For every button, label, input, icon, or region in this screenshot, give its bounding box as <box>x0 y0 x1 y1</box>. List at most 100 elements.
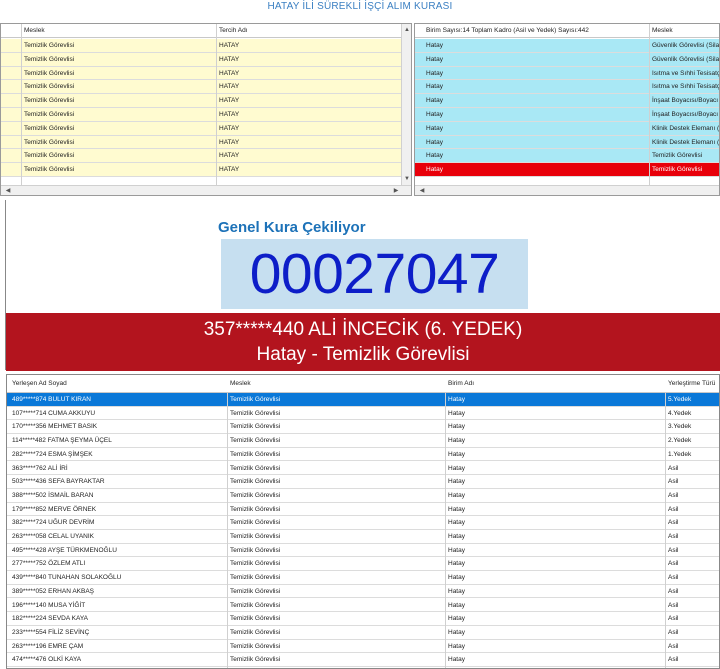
table-row[interactable]: Temizlik Görevlisi HATAY <box>1 149 401 164</box>
ad-soyad-cell: 263*****058 CELAL UYANIK <box>12 533 95 540</box>
birim-cell: Hatay <box>426 97 443 105</box>
tercih-cell: HATAY <box>219 166 240 174</box>
birim-grid-hscrollbar[interactable]: ◀ <box>415 185 719 195</box>
table-row[interactable]: Hatay Güvenlik Görevlisi (Silah <box>415 52 720 67</box>
ad-soyad-cell: 114*****482 FATMA ŞEYMA ÜÇEL <box>12 437 112 445</box>
birim-cell: Hatay <box>448 587 465 595</box>
birim-grid[interactable]: Birim Sayısı:14 Toplam Kadro (Asil ve Ye… <box>414 23 720 196</box>
column-header-meslek[interactable]: Meslek <box>21 24 216 37</box>
column-header-ad-soyad[interactable]: Yerleşen Ad Soyad <box>9 375 227 392</box>
table-row[interactable]: Hatay Isıtma ve Sıhhi Tesisatçı <box>415 66 719 81</box>
selected-table-row[interactable]: Hatay Temizlik Görevlisi <box>415 163 719 177</box>
table-row[interactable]: 196*****140 MUSA YİĞİT Temizlik Görevlisi… <box>7 599 719 613</box>
ad-soyad-cell: 474*****476 OLKİ KAYA <box>12 656 82 664</box>
birim-cell: Hatay <box>448 560 465 568</box>
table-row[interactable]: Hatay İnşaat Boyacısı/Boyacı <box>415 108 719 122</box>
table-row[interactable]: 114*****482 FATMA ŞEYMA ÜÇEL Temizlik Gör… <box>7 434 719 448</box>
table-row[interactable]: Temizlik Görevlisi HATAY <box>1 108 401 122</box>
meslek-cell: Temizlik Görevlisi <box>230 560 281 568</box>
birim-cell: Hatay <box>426 124 443 132</box>
ad-soyad-cell: 389*****052 ERHAN AKBAŞ <box>12 587 95 595</box>
table-row[interactable]: 182*****224 SEVDA KAYA Temizlik Görevlisi… <box>7 612 719 626</box>
table-row[interactable]: 382*****724 UĞUR DEVRİM Temizlik Görevlis… <box>7 516 719 530</box>
draw-number-box: 00027047 <box>221 239 528 309</box>
yerlesen-grid[interactable]: Yerleşen Ad Soyad Meslek Birim Adı Yerle… <box>6 374 720 669</box>
table-row[interactable]: 439*****840 TUNAHAN SOLAKOĞLU Temizlik Gö… <box>7 571 719 585</box>
yerlestirme-turu-cell: 3.Yedek <box>668 423 692 431</box>
table-row[interactable]: 263*****058 CELAL UYANIK Temizlik Görevli… <box>7 530 719 544</box>
column-header-meslek[interactable]: Meslek <box>649 24 719 37</box>
table-row[interactable]: 363*****762 ALİ İRİ Temizlik Görevlisi Hat… <box>7 462 719 476</box>
column-header-tercih[interactable]: Tercih Adı <box>216 24 401 37</box>
table-row[interactable]: 170*****356 MEHMET BASIK Temizlik Görevli… <box>7 420 719 435</box>
table-row[interactable]: 388*****502 İSMAİL BARAN Temizlik Görevli… <box>7 489 719 503</box>
table-row[interactable]: Temizlik Görevlisi HATAY <box>1 66 401 81</box>
chevron-left-icon[interactable]: ◀ <box>3 187 13 195</box>
ad-soyad-cell: 439*****840 TUNAHAN SOLAKOĞLU <box>12 574 122 582</box>
table-row[interactable]: Hatay Isıtma ve Sıhhi Tesisatçı <box>415 80 720 95</box>
table-row[interactable]: Hatay İnşaat Boyacısı/Boyacı <box>415 94 719 108</box>
table-row[interactable]: 233*****554 FİLİZ SEVİNÇ Temizlik Görevli… <box>7 626 719 640</box>
column-header-birim[interactable]: Birim Sayısı:14 Toplam Kadro (Asil ve Ye… <box>423 24 649 37</box>
selected-table-row[interactable]: 489*****874 BULUT KIRAN Temizlik Görevlis… <box>7 393 719 407</box>
meslek-cell: Temizlik Görevlisi <box>24 42 75 49</box>
yerlestirme-turu-cell: Asil <box>668 533 679 540</box>
birim-cell: Hatay <box>426 55 443 63</box>
birim-cell: Hatay <box>448 533 465 540</box>
chevron-up-icon[interactable]: ▲ <box>402 26 411 34</box>
tercih-cell: HATAY <box>219 138 240 146</box>
table-row[interactable]: Hatay Klinik Destek Elemanı (H <box>415 121 719 136</box>
table-row[interactable]: Temizlik Görevlisi HATAY <box>1 52 401 67</box>
meslek-cell: Temizlik Görevlisi <box>230 409 281 417</box>
table-row[interactable]: 503*****436 SEFA BAYRAKTAR Temizlik Görev… <box>7 475 719 489</box>
ad-soyad-cell: 503*****436 SEFA BAYRAKTAR <box>12 478 105 486</box>
meslek-cell: Temizlik Görevlisi <box>230 423 281 431</box>
table-row[interactable]: Temizlik Görevlisi HATAY <box>1 135 401 150</box>
table-row[interactable]: Temizlik Görevlisi HATAY <box>1 121 401 136</box>
table-row[interactable]: Temizlik Görevlisi HATAY <box>1 80 401 95</box>
column-header-yerlestirme[interactable]: Yerleştirme Türü <box>665 375 719 392</box>
birim-cell: Hatay <box>448 615 465 623</box>
table-row[interactable]: Temizlik Görevlisi HATAY <box>1 94 401 108</box>
birim-cell: Hatay <box>426 69 443 77</box>
table-row[interactable]: 282*****724 ESMA ŞİMŞEK Temizlik Görevlis… <box>7 448 719 462</box>
table-row[interactable]: 277*****752 ÖZLEM ATLI Temizlik Görevlisi… <box>7 557 719 572</box>
yerlestirme-turu-cell: Asil <box>668 601 679 609</box>
yerlestirme-turu-cell: Asil <box>668 656 679 664</box>
meslek-cell: Isıtma ve Sıhhi Tesisatçı <box>652 83 720 91</box>
meslek-cell: Güvenlik Görevlisi (Silah <box>652 55 720 63</box>
table-row[interactable]: Temizlik Görevlisi HATAY <box>1 163 401 177</box>
draw-heading: Genel Kura Çekiliyor <box>218 219 366 236</box>
ad-soyad-cell: 233*****554 FİLİZ SEVİNÇ <box>12 628 90 636</box>
tercih-grid[interactable]: Meslek Tercih Adı Temizlik Görevlisi HATA… <box>0 23 412 196</box>
yerlestirme-turu-cell: Asil <box>668 519 679 527</box>
birim-cell: Hatay <box>448 409 465 417</box>
table-row[interactable]: Hatay Güvenlik Görevlisi (Silah <box>415 39 719 53</box>
table-row[interactable]: Hatay Temizlik Görevlisi <box>415 149 719 164</box>
chevron-right-icon[interactable]: ▶ <box>391 187 401 195</box>
meslek-cell: Temizlik Görevlisi <box>230 505 281 513</box>
meslek-cell: Temizlik Görevlisi <box>230 478 281 486</box>
table-row[interactable]: 495*****428 AYŞE TÜRKMENOĞLU Temizlik Gör… <box>7 544 719 558</box>
birim-cell: Hatay <box>426 111 443 118</box>
tercih-grid-hscrollbar[interactable]: ◀ ▶ <box>1 185 411 195</box>
column-header-birim[interactable]: Birim Adı <box>445 375 665 392</box>
chevron-left-icon[interactable]: ◀ <box>417 187 427 195</box>
table-row[interactable]: 389*****052 ERHAN AKBAŞ Temizlik Görevlis… <box>7 585 719 599</box>
result-banner: 357*****440 ALİ İNCECİK (6. YEDEK) Hatay… <box>6 313 720 371</box>
meslek-cell: Temizlik Görevlisi <box>230 574 281 582</box>
column-header-meslek[interactable]: Meslek <box>227 375 445 392</box>
meslek-cell: Temizlik Görevlisi <box>230 587 281 595</box>
table-row[interactable]: Hatay Klinik Destek Elemanı (H <box>415 135 719 150</box>
ad-soyad-cell: 277*****752 ÖZLEM ATLI <box>12 560 86 568</box>
meslek-cell: Temizlik Görevlisi <box>24 166 75 174</box>
chevron-down-icon[interactable]: ▼ <box>402 175 411 183</box>
table-row[interactable]: 474*****476 OLKİ KAYA Temizlik Görevlisi H… <box>7 653 719 667</box>
birim-cell: Hatay <box>448 491 465 499</box>
table-row[interactable]: 107*****714 CUMA AKKUYU Temizlik Görevlis… <box>7 407 719 421</box>
table-row[interactable]: 179*****852 MERVE ÖRNEK Temizlik Görevlis… <box>7 503 719 517</box>
tercih-grid-vscrollbar[interactable]: ▲ ▼ <box>401 24 411 185</box>
table-row[interactable]: Temizlik Görevlisi HATAY <box>1 39 401 53</box>
table-row[interactable]: 263*****196 EMRE ÇAM Temizlik Görevlisi Ha… <box>7 640 719 654</box>
ad-soyad-cell: 182*****224 SEVDA KAYA <box>12 615 89 623</box>
